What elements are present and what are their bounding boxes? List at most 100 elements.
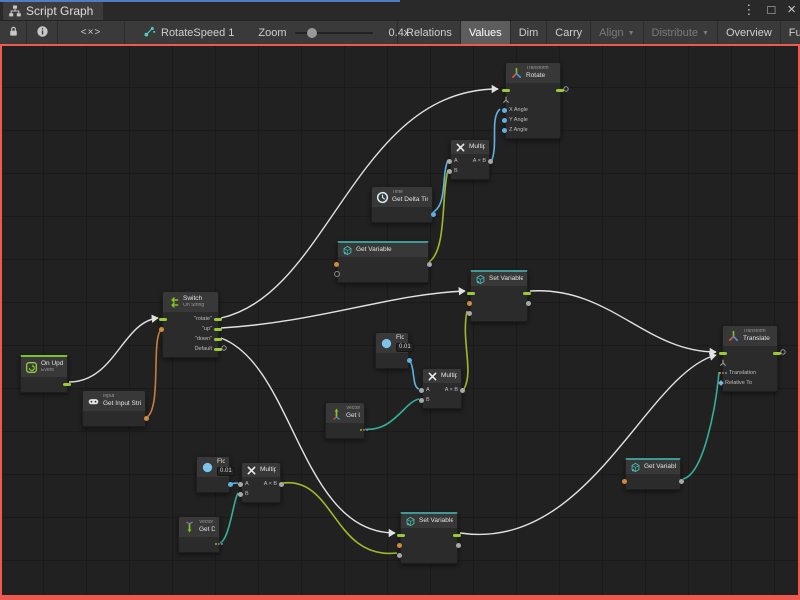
port-flow[interactable] <box>214 318 222 321</box>
port-flow[interactable] <box>214 338 222 341</box>
toolbar-button-full-screen[interactable]: Full Screen <box>780 21 800 44</box>
node-set-variable-bottom[interactable]: Set Variable <box>400 512 458 564</box>
node-get-down[interactable]: Vector 3Get Down <box>178 516 220 553</box>
vector3-port-icon[interactable] <box>360 429 368 431</box>
port-flow[interactable] <box>773 352 781 355</box>
node-float-mid[interactable]: Float0.01 <box>375 332 409 369</box>
port-dot[interactable] <box>467 301 472 306</box>
port-dot[interactable] <box>397 553 402 558</box>
port-dot[interactable] <box>447 159 452 164</box>
tab-script-graph[interactable]: Script Graph <box>3 2 103 20</box>
port-dot[interactable] <box>397 543 402 548</box>
node-get-variable-top[interactable]: Get Variable <box>337 241 429 283</box>
port-flow[interactable] <box>159 318 167 321</box>
port-label: A × B <box>445 387 458 393</box>
zoom-slider-track[interactable] <box>295 32 373 34</box>
port-dot[interactable] <box>679 479 684 484</box>
port-flow[interactable] <box>719 352 727 355</box>
graph-canvas[interactable]: TransformRotateX AngleY AngleZ Angle Mult… <box>0 44 800 600</box>
script-graph-icon <box>8 4 22 18</box>
node-multiply-top[interactable]: MultiplyAA × BB <box>450 139 490 180</box>
port-dot[interactable] <box>460 388 465 393</box>
port-dot[interactable] <box>502 118 507 123</box>
port-dot[interactable] <box>159 327 164 332</box>
relative-to-port-icon[interactable] <box>718 380 724 386</box>
node-float-bottom[interactable]: Float0.01 <box>196 456 230 493</box>
node-get-variable-right[interactable]: Get Variable <box>625 458 681 490</box>
node-get-up[interactable]: Vector 3Get Up <box>325 402 365 439</box>
close-icon[interactable]: × <box>787 0 796 20</box>
port-dot[interactable] <box>407 358 412 363</box>
toolbar-button-overview[interactable]: Overview <box>717 21 780 44</box>
transform-port-icon[interactable] <box>719 359 727 367</box>
port-dot[interactable] <box>144 416 149 421</box>
node-get-input-string[interactable]: InputGet Input String <box>82 390 146 427</box>
port-dot[interactable] <box>419 388 424 393</box>
toolbar-button-values[interactable]: Values <box>460 21 510 44</box>
port-row <box>197 479 229 489</box>
vector3-port-icon[interactable] <box>719 372 727 374</box>
port-flow[interactable] <box>63 383 71 386</box>
port-dot[interactable] <box>419 398 424 403</box>
node-multiply-bottom[interactable]: MultiplyAA × BB <box>241 462 281 503</box>
transform-port-icon[interactable] <box>502 96 510 104</box>
zoom-slider-handle[interactable] <box>307 28 317 38</box>
toolbar-button-dim[interactable]: Dim <box>510 21 547 44</box>
port-dot[interactable] <box>456 543 461 548</box>
info-button[interactable] <box>27 21 58 45</box>
lock-icon <box>7 25 20 41</box>
toolbar-button-distribute[interactable]: Distribute▼ <box>643 21 717 44</box>
port-label: "rotate" <box>194 316 212 322</box>
port-flow[interactable] <box>453 534 461 537</box>
port-dot[interactable] <box>238 482 243 487</box>
multiply-icon <box>246 465 257 476</box>
port-dot[interactable] <box>502 108 507 113</box>
port-row <box>401 530 457 540</box>
port-flow[interactable] <box>523 292 531 295</box>
port-dot[interactable] <box>427 262 432 267</box>
graph-toolbar: <×> RotateSpeed 1 Zoom 0.4x RelationsVal… <box>0 20 800 44</box>
port-flow[interactable] <box>556 89 564 92</box>
kebab-menu-icon[interactable]: ⋮ <box>742 0 755 20</box>
lock-button[interactable] <box>0 21 27 45</box>
port-hollow[interactable] <box>334 271 340 277</box>
code-view-button[interactable]: <×> <box>58 21 125 45</box>
node-set-variable-mid[interactable]: Set Variable <box>470 270 528 322</box>
port-flow[interactable] <box>397 534 405 537</box>
port-row: B <box>242 489 280 499</box>
port-label: X Angle <box>509 107 528 113</box>
graph-breadcrumb[interactable]: RotateSpeed 1 <box>143 25 234 41</box>
node-translate[interactable]: TransformTranslateTranslationRelative To <box>722 325 778 392</box>
port-flow[interactable] <box>214 348 222 351</box>
port-dot[interactable] <box>622 479 627 484</box>
node-switch-on-string[interactable]: SwitchOn String"rotate""up""down"Default <box>162 291 219 358</box>
toolbar-button-relations[interactable]: Relations <box>397 21 460 44</box>
vector3-port-icon[interactable] <box>215 543 223 545</box>
port-dot[interactable] <box>334 262 339 267</box>
toolbar-button-carry[interactable]: Carry <box>546 21 590 44</box>
port-dot[interactable] <box>447 169 452 174</box>
port-dot[interactable] <box>526 301 531 306</box>
port-dot[interactable] <box>431 212 436 217</box>
port-dot[interactable] <box>228 482 233 487</box>
node-value-field[interactable]: 0.01 <box>396 343 414 352</box>
node-on-update[interactable]: On UpdateEvent <box>20 355 68 393</box>
node-header: Set Variable <box>471 272 527 286</box>
port-dot[interactable] <box>279 482 284 487</box>
node-rotate[interactable]: TransformRotateX AngleY AngleZ Angle <box>505 62 561 139</box>
node-get-delta-time[interactable]: TimeGet Delta Time <box>371 186 433 223</box>
node-multiply-mid[interactable]: MultiplyAA × BB <box>422 368 462 409</box>
port-label: A <box>426 387 430 393</box>
port-dot[interactable] <box>238 492 243 497</box>
port-flow[interactable] <box>502 89 510 92</box>
switch-icon <box>167 296 180 309</box>
toolbar-button-align[interactable]: Align▼ <box>590 21 642 44</box>
node-value-field[interactable]: 0.01 <box>217 467 235 476</box>
port-dot[interactable] <box>488 159 493 164</box>
port-flow[interactable] <box>214 328 222 331</box>
port-flow[interactable] <box>467 292 475 295</box>
maximize-icon[interactable]: □ <box>767 0 775 20</box>
port-row <box>401 540 457 550</box>
port-dot[interactable] <box>467 311 472 316</box>
port-dot[interactable] <box>502 128 507 133</box>
